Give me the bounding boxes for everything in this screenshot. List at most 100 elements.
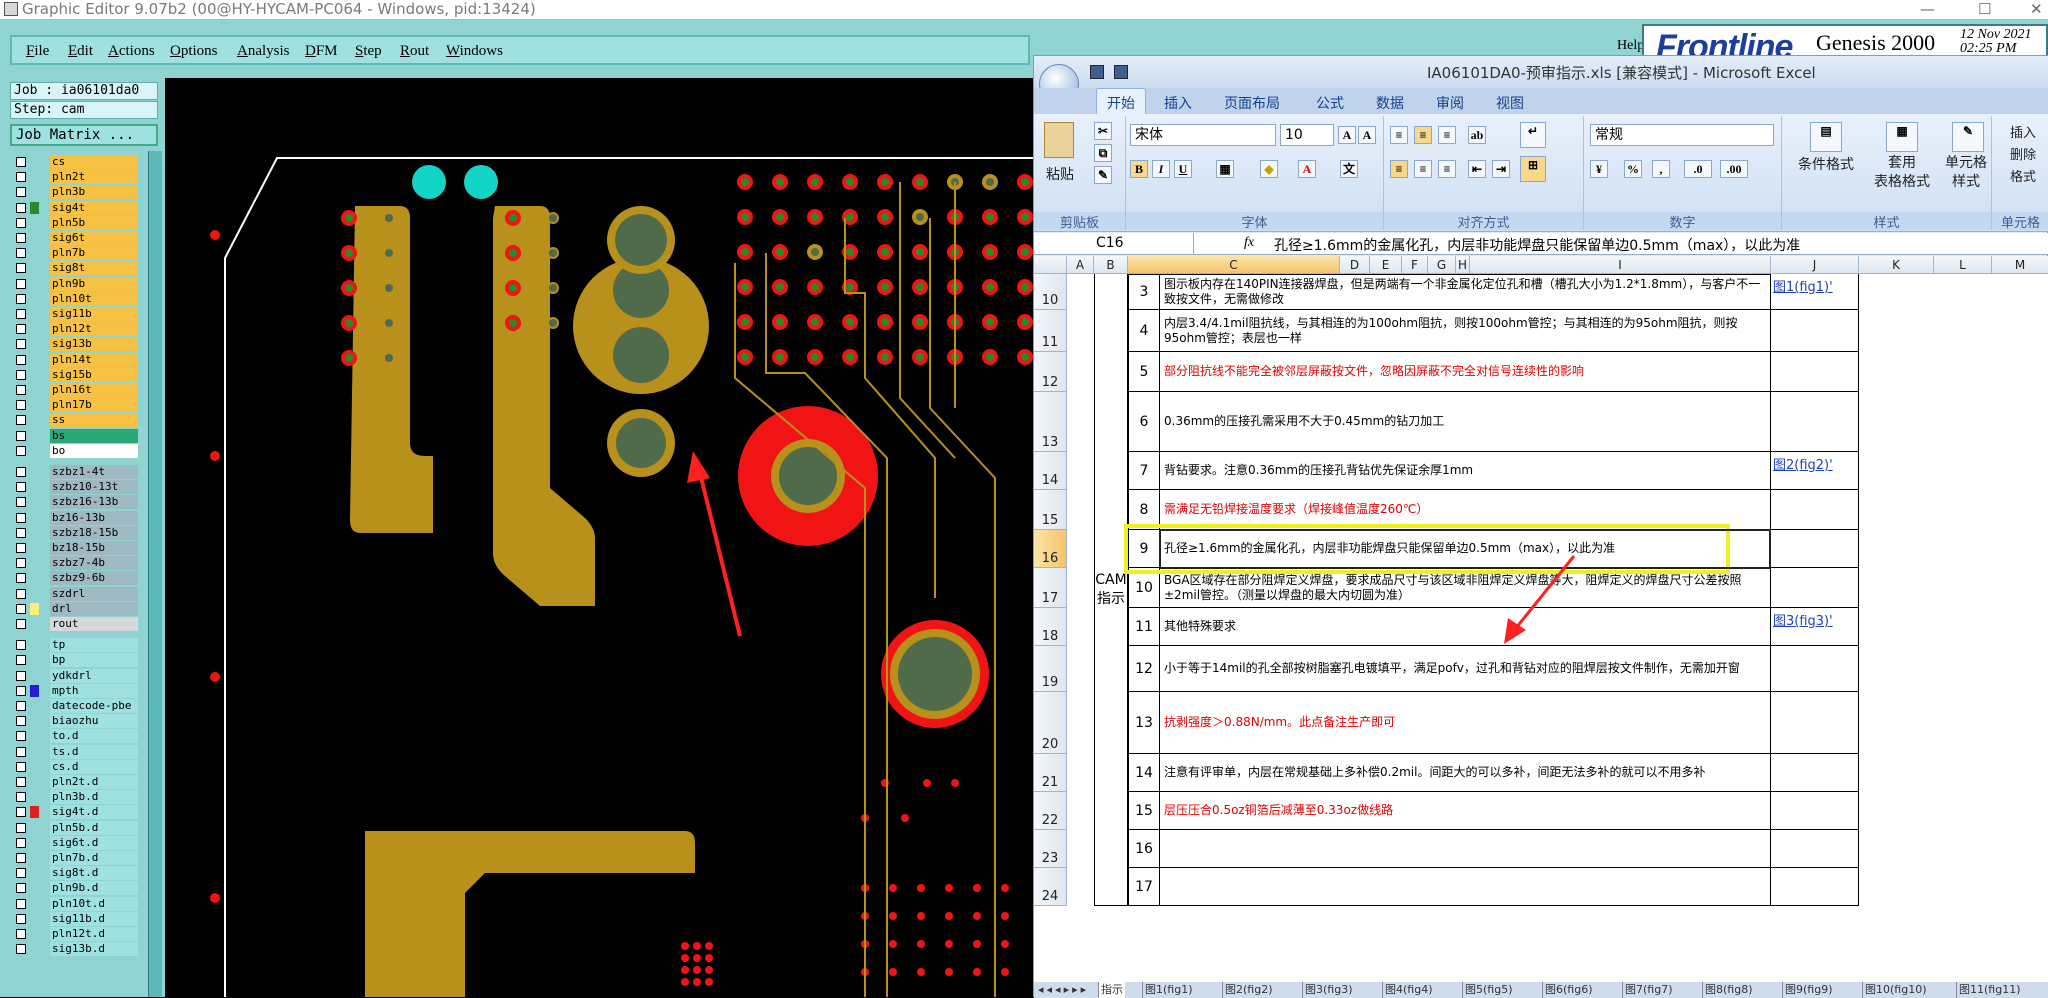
sheet-tab[interactable]: 图9(fig9) <box>1782 982 1835 998</box>
column-header[interactable]: M <box>1992 256 2048 274</box>
layer-checkbox[interactable] <box>16 822 26 833</box>
layer-row[interactable]: pln9b.d <box>8 881 148 896</box>
item-number-cell[interactable]: 8 <box>1128 490 1160 530</box>
instruction-cell[interactable] <box>1160 830 1771 868</box>
layer-checkbox[interactable] <box>16 233 26 243</box>
row-header[interactable]: 10 <box>1034 274 1067 310</box>
layer-row[interactable]: sig11b.d <box>8 911 148 926</box>
item-number-cell[interactable]: 16 <box>1128 830 1160 868</box>
item-number-cell[interactable]: 7 <box>1128 452 1160 490</box>
layer-row[interactable]: pln10t.d <box>8 896 148 911</box>
layer-list-scrollbar[interactable] <box>148 151 162 997</box>
figure-link-cell[interactable] <box>1771 352 1859 392</box>
new-icon[interactable] <box>1114 65 1128 79</box>
row-header[interactable]: 17 <box>1034 568 1067 608</box>
close-button[interactable]: ✕ <box>2030 0 2043 18</box>
column-header[interactable]: B <box>1094 256 1128 274</box>
layer-checkbox[interactable] <box>16 309 26 319</box>
layer-checkbox[interactable] <box>16 603 26 614</box>
job-matrix-button[interactable]: Job Matrix ... <box>10 124 158 146</box>
layer-row[interactable]: szbz10-13t <box>8 480 148 495</box>
layer-checkbox[interactable] <box>16 868 26 879</box>
layer-checkbox[interactable] <box>16 837 26 848</box>
layer-checkbox[interactable] <box>16 172 26 183</box>
item-number-cell[interactable]: 11 <box>1128 608 1160 646</box>
layer-checkbox[interactable] <box>16 944 26 955</box>
layer-row[interactable]: bz16-13b <box>8 510 148 525</box>
layer-checkbox[interactable] <box>16 339 26 350</box>
row-header[interactable]: 23 <box>1034 830 1067 868</box>
format-table-icon[interactable]: ▦ <box>1886 122 1918 152</box>
layer-checkbox[interactable] <box>16 467 26 477</box>
insert-cells-button[interactable]: 插入 <box>2010 122 2036 141</box>
layer-row[interactable]: sig6t.d <box>8 835 148 850</box>
layer-row[interactable]: to.d <box>8 729 148 744</box>
instruction-cell[interactable]: 部分阻抗线不能完全被邻层屏蔽按文件，忽略因屏蔽不完全对信号连续性的影响 <box>1160 352 1771 392</box>
comma-icon[interactable]: , <box>1652 160 1670 178</box>
layer-checkbox[interactable] <box>16 157 26 167</box>
tab-home[interactable]: 开始 <box>1096 88 1146 114</box>
worksheet-grid[interactable]: A B C D E F G H I J K L M 10 3 图示板内存在140PIN连接器焊盘，但是两端有一… <box>1034 256 2048 982</box>
instruction-cell[interactable]: 0.36mm的压接孔需采用不大于0.45mm的钻刀加工 <box>1160 392 1771 452</box>
layer-row[interactable]: szbz18-15b <box>8 525 148 540</box>
figure-link-cell[interactable] <box>1771 754 1859 792</box>
menu-rout[interactable]: Rout <box>400 43 429 60</box>
layer-checkbox[interactable] <box>16 263 26 274</box>
layer-checkbox[interactable] <box>16 324 26 335</box>
menu-edit[interactable]: Edit <box>68 43 93 60</box>
wrap-text-icon[interactable]: ↵ <box>1520 122 1546 148</box>
layer-row[interactable]: bs <box>8 428 148 443</box>
row-header[interactable]: 14 <box>1034 452 1067 490</box>
layer-row[interactable]: pln17b <box>8 398 148 413</box>
layer-checkbox[interactable] <box>16 400 26 411</box>
row-header[interactable]: 12 <box>1034 352 1067 392</box>
layer-row[interactable]: szbz1-4t <box>8 465 148 479</box>
font-color-icon[interactable]: A <box>1298 160 1316 178</box>
name-box[interactable]: C16 <box>1034 233 1194 254</box>
menu-options[interactable]: Options <box>170 43 218 60</box>
bold-button[interactable]: B <box>1130 160 1148 178</box>
layer-row[interactable]: sig4t.d <box>8 805 148 820</box>
graphic-canvas[interactable] <box>165 78 1033 997</box>
format-cells-button[interactable]: 格式 <box>2010 166 2036 185</box>
sheet-tab[interactable]: 图7(fig7) <box>1622 982 1675 998</box>
layer-checkbox[interactable] <box>16 777 26 787</box>
layer-row[interactable]: szbz16-13b <box>8 495 148 510</box>
save-icon[interactable] <box>1090 65 1104 79</box>
layer-checkbox[interactable] <box>16 670 26 681</box>
instruction-cell[interactable]: 抗剥强度＞0.88N/mm。此点备注生产即可 <box>1160 692 1771 754</box>
instruction-cell[interactable]: 层压压合0.5oz铜箔后减薄至0.33oz做线路 <box>1160 792 1771 830</box>
layer-row[interactable]: sig6t <box>8 231 148 245</box>
layer-checkbox[interactable] <box>16 792 26 803</box>
layer-row[interactable]: sig11b <box>8 307 148 321</box>
figure-link-cell[interactable]: 图2(fig2)' <box>1771 452 1859 490</box>
sheet-tab[interactable]: 图6(fig6) <box>1542 982 1595 998</box>
column-header[interactable]: F <box>1402 256 1428 274</box>
align-left-icon[interactable]: ≡ <box>1390 160 1408 178</box>
underline-button[interactable]: U <box>1174 160 1192 178</box>
sheet-tab[interactable]: 图10(fig10) <box>1862 982 1929 998</box>
layer-row[interactable]: pln12t <box>8 322 148 337</box>
layer-row[interactable]: pln12t.d <box>8 927 148 941</box>
tab-insert[interactable]: 插入 <box>1164 93 1192 113</box>
layer-checkbox[interactable] <box>16 746 26 757</box>
instruction-cell[interactable]: BGA区域存在部分阻焊定义焊盘，要求成品尺寸与该区域非阻焊定义焊盘等大，阻焊定义… <box>1160 568 1771 608</box>
layer-checkbox[interactable] <box>16 430 26 441</box>
row-header[interactable]: 16 <box>1034 530 1067 568</box>
layer-checkbox[interactable] <box>16 619 26 629</box>
item-number-cell[interactable]: 14 <box>1128 754 1160 792</box>
row-header[interactable]: 22 <box>1034 792 1067 830</box>
layer-checkbox[interactable] <box>16 527 26 538</box>
decrease-decimal-icon[interactable]: .00 <box>1720 160 1748 178</box>
sheet-tab[interactable]: 指示 <box>1098 982 1125 998</box>
item-number-cell[interactable]: 9 <box>1128 530 1160 568</box>
currency-icon[interactable]: ¥ <box>1590 160 1608 178</box>
layer-row[interactable]: sig15b <box>8 367 148 382</box>
layer-checkbox[interactable] <box>16 217 26 228</box>
column-header[interactable]: D <box>1340 256 1370 274</box>
layer-checkbox[interactable] <box>16 761 26 772</box>
layer-row[interactable]: bz18-15b <box>8 541 148 555</box>
layer-row[interactable]: sig8t.d <box>8 866 148 881</box>
select-all-corner[interactable] <box>1034 256 1067 274</box>
item-number-cell[interactable]: 5 <box>1128 352 1160 392</box>
